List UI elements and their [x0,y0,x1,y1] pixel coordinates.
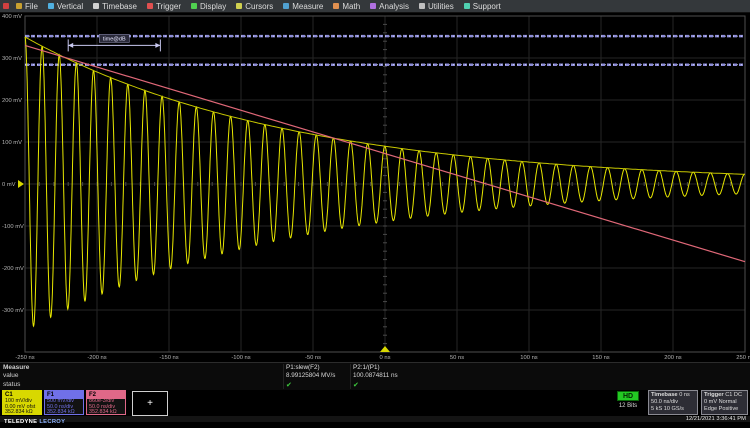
hd-mode-indicator: HD 12 Bits [612,391,644,409]
bit-depth-label: 12 Bits [612,403,644,409]
measure-row-label: Measure [3,364,29,371]
trigger-type: Edge [704,406,717,412]
measure-status-icon: ✔ [353,381,416,389]
add-trace-button[interactable]: + [132,391,168,416]
value-row-label: value [3,372,19,379]
menu-vertical[interactable]: Vertical [43,0,88,13]
x-axis-label: -200 ns [87,355,106,361]
waveform-display: time@dB 400 mV 300 mV 200 mV 100 mV 0 mV -100 … [0,13,750,362]
measure-icon [283,3,289,9]
measure-column-2[interactable]: P2:1/(P1)100.0874811 ns✔ [350,364,416,389]
y-axis-label: 300 mV [2,56,22,62]
timebase-offset: 0 ns [679,392,690,398]
menu-label: Measure [292,2,323,11]
trigger-mode: Normal [719,399,737,405]
y-axis-label: -200 mV [2,266,24,272]
trigger-slope: Positive [719,406,739,412]
trigger-time-marker[interactable] [380,346,390,352]
menu-label: Timebase [102,2,137,11]
menu-label: Math [342,2,360,11]
trace-descriptor-f2[interactable]: F2860e-3/div50.0 ns/div352.834 kΩ [86,390,126,415]
cursors-icon [236,3,242,9]
status-bar: TELEDYNELECROY 12/21/2021 3:36:41 PM [0,416,750,422]
menu-math[interactable]: Math [328,0,365,13]
trace-setting-line: 352.834 kΩ [87,410,125,416]
x-axis-label: 50 ns [450,355,464,361]
x-axis-label: 150 ns [592,355,610,361]
trigger-summary-box[interactable]: Trigger C1 DC 0 mV Normal Edge Positive [701,390,748,415]
menu-label: Vertical [57,2,83,11]
menu-support[interactable]: Support [459,0,506,13]
menu-label: Trigger [156,2,181,11]
x-axis-label: -150 ns [159,355,178,361]
menu-display[interactable]: Display [186,0,231,13]
trigger-icon [147,3,153,9]
y-axis-label: 200 mV [2,98,22,104]
measure-value: 100.0874811 ns [353,372,416,381]
vertical-icon [48,3,54,9]
menu-label: Analysis [379,2,409,11]
menu-file[interactable]: File [11,0,43,13]
display-icon [191,3,197,9]
menu-utilities[interactable]: Utilities [414,0,459,13]
status-row-label: status [3,381,20,388]
menu-analysis[interactable]: Analysis [365,0,414,13]
trigger-title: Trigger [704,392,724,398]
measure-status-icon: ✔ [286,381,349,389]
arrowhead-left [68,43,73,48]
timebase-summary-box[interactable]: Timebase 0 ns 50.0 ns/div 5 kS 10 GS/s [648,390,698,415]
measure-panel: Measure value status P1:slew(F2)8.991258… [0,362,750,390]
menu-label: Display [200,2,226,11]
menu-label: Utilities [428,2,454,11]
scope-svg: time@dB 400 mV 300 mV 200 mV 100 mV 0 mV -100 … [0,13,750,362]
datetime-label: 12/21/2021 3:36:41 PM [686,416,746,422]
menu-cursors[interactable]: Cursors [231,0,278,13]
trigger-source: C1 DC [725,392,742,398]
app-icon [3,3,9,9]
menu-measure[interactable]: Measure [278,0,328,13]
x-axis-label: -100 ns [231,355,250,361]
measure-name: P2:1/(P1) [353,364,416,372]
measure-name: P1:slew(F2) [286,364,349,372]
x-axis-label: 200 ns [664,355,682,361]
x-axis-label: 100 ns [520,355,538,361]
timebase-scale: 50.0 ns/div [651,399,695,406]
x-axis-label: 0 ns [380,355,391,361]
x-axis-label: 250 ns [736,355,750,361]
menu-bar: File Vertical Timebase Trigger Display Cursor… [0,0,750,13]
y-axis-label: 0 mV [2,182,16,188]
menu-timebase[interactable]: Timebase [88,0,142,13]
measure-value: 8.99125804 MV/s [286,372,349,381]
x-axis-label: -50 ns [305,355,321,361]
math-icon [333,3,339,9]
c1-ground-marker[interactable] [18,180,24,188]
y-axis-label: -100 mV [2,224,24,230]
file-icon [16,3,22,9]
measure-column-1[interactable]: P1:slew(F2)8.99125804 MV/s✔ [283,364,349,389]
annotation-label: time@dB [103,37,126,43]
timebase-samples: 5 kS [651,406,662,412]
arrowhead-right [155,43,160,48]
timebase-rate: 10 GS/s [664,406,684,412]
y-axis-label: 400 mV [2,14,22,20]
trigger-level: 0 mV [704,399,717,405]
x-axis-label: -250 ns [15,355,34,361]
menu-label: File [25,2,38,11]
support-icon [464,3,470,9]
utilities-icon [419,3,425,9]
hd-badge: HD [617,391,639,401]
menu-trigger[interactable]: Trigger [142,0,186,13]
brand-teledyne: TELEDYNE [4,419,37,425]
timebase-icon [93,3,99,9]
menu-label: Cursors [245,2,273,11]
analysis-icon [370,3,376,9]
menu-label: Support [473,2,501,11]
y-axis-label: 100 mV [2,140,22,146]
y-axis-label: -300 mV [2,308,24,314]
brand-lecroy: LECROY [39,419,65,425]
timebase-title: Timebase [651,392,678,398]
